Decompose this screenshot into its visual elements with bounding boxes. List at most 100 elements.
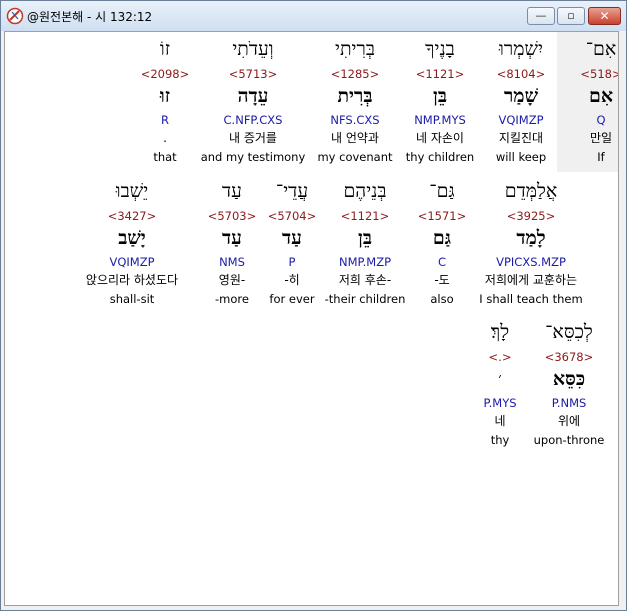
- korean-gloss: 네: [494, 414, 506, 428]
- hebrew-word: וְעֵדֹתִי: [232, 38, 274, 60]
- word-card[interactable]: גַּם־ <1571> גַּם C -도 also: [407, 174, 477, 314]
- maximize-button[interactable]: ▫: [557, 7, 585, 25]
- word-card[interactable]: יִשְׁמְרוּ <8104> שָׁמַר VQIMZP 지킬진대 wil…: [477, 32, 565, 172]
- korean-gloss: 네 자손이: [416, 131, 464, 145]
- hebrew-word: זוֹ: [159, 38, 171, 60]
- hebrew-word: עֲדֵי־: [275, 180, 309, 202]
- lemma-word: יָשַׁב: [118, 227, 146, 249]
- hebrew-word: לָךְ׃: [490, 321, 510, 343]
- app-logo-icon: [6, 7, 24, 25]
- word-card[interactable]: לָךְ׃ <.> ׳ P.MYS 네 thy: [469, 315, 531, 455]
- word-card[interactable]: וְעֵדֹתִי <5713> עֵדָה C.NFP.CXS 내 증거를 a…: [197, 32, 309, 172]
- morph-code: NFS.CXS: [330, 113, 380, 127]
- strong-number[interactable]: <5704>: [259, 209, 325, 223]
- lemma-word: גַּם: [432, 227, 452, 249]
- strong-number[interactable]: <2098>: [125, 67, 205, 81]
- lemma-word: עַד: [282, 227, 302, 249]
- english-gloss: for ever: [269, 292, 315, 306]
- strong-number[interactable]: <1571>: [407, 209, 477, 223]
- korean-gloss: 영원-: [218, 273, 246, 287]
- strong-number[interactable]: <1121>: [396, 67, 484, 81]
- lemma-word: אִם: [588, 85, 614, 107]
- hebrew-word: בְּרִיתִי: [334, 38, 376, 60]
- word-card[interactable]: עֲדֵי־ <5704> עַד P -히 for ever: [259, 174, 325, 314]
- morph-code: Q: [596, 113, 606, 127]
- korean-gloss: 위에: [557, 414, 581, 428]
- korean-gloss: 내 언약과: [331, 131, 379, 145]
- lemma-word: בֵּן: [433, 85, 447, 107]
- lemma-word: בְּרִית: [337, 85, 373, 107]
- english-gloss: my covenant: [317, 150, 393, 164]
- strong-number[interactable]: <3678>: [527, 350, 611, 364]
- minimize-icon: —: [535, 9, 547, 22]
- lemma-word: שָׁמַר: [503, 85, 539, 107]
- korean-gloss: 저희에게 교훈하는: [484, 273, 578, 287]
- strong-number[interactable]: <8104>: [477, 67, 565, 81]
- lemma-word: עֵדָה: [237, 85, 269, 107]
- app-window: @원전본해 - 시 132:12 — ▫ ✕ אִם־ <518> אִם Q …: [0, 0, 627, 611]
- morph-code: VQIMZP: [498, 113, 544, 127]
- hebrew-word: יִשְׁמְרוּ: [499, 38, 543, 60]
- morph-code: C: [437, 255, 447, 269]
- interlinear-pane[interactable]: אִם־ <518> אִם Q 만일 If יִשְׁמְרוּ <8104>…: [4, 31, 619, 606]
- morph-code: VQIMZP: [109, 255, 155, 269]
- title-bar[interactable]: @원전본해 - 시 132:12 — ▫ ✕: [1, 1, 626, 31]
- hebrew-word: גַּם־: [429, 180, 455, 202]
- english-gloss: -their children: [324, 292, 406, 306]
- strong-number[interactable]: <3925>: [471, 209, 591, 223]
- word-card[interactable]: בָנֶיךָ <1121> בֵּן NMP.MYS 네 자손이 thy ch…: [396, 32, 484, 172]
- word-card[interactable]: אִם־ <518> אִם Q 만일 If: [557, 32, 618, 172]
- morph-code: C.NFP.CXS: [223, 113, 283, 127]
- lemma-word: כִּסֵּא: [552, 368, 586, 390]
- english-gloss: If: [597, 150, 605, 164]
- morph-code: R: [161, 113, 169, 127]
- english-gloss: also: [430, 292, 454, 306]
- strong-number[interactable]: <518>: [557, 67, 618, 81]
- word-card[interactable]: בְּרִיתִי <1285> בְּרִית NFS.CXS 내 언약과 m…: [311, 32, 399, 172]
- morph-code: NMP.MZP: [338, 255, 392, 269]
- window-title: @원전본해 - 시 132:12: [27, 10, 153, 24]
- word-card[interactable]: זוֹ <2098> זוּ R . that: [125, 32, 205, 172]
- lemma-word: זוּ: [159, 85, 171, 107]
- korean-gloss: .: [163, 131, 167, 145]
- hebrew-word: לְכִסֵּא־: [545, 321, 593, 343]
- strong-number[interactable]: <1285>: [311, 67, 399, 81]
- korean-gloss: 지킬진대: [498, 131, 544, 145]
- english-gloss: -more: [215, 292, 249, 306]
- word-card[interactable]: אֲלַמְּדֵם <3925> לָמַד VPICXS.MZP 저희에게 …: [471, 174, 591, 314]
- english-gloss: I shall teach them: [479, 292, 583, 306]
- maximize-icon: ▫: [567, 9, 575, 22]
- minimize-button[interactable]: —: [527, 7, 555, 25]
- morph-code: VPICXS.MZP: [496, 255, 566, 269]
- korean-gloss: 만일: [589, 131, 613, 145]
- word-card[interactable]: בְּנֵיהֶם <1121> בֵּן NMP.MZP 저희 후손- -th…: [321, 174, 409, 314]
- hebrew-word: יֵשְׁבוּ: [115, 180, 149, 202]
- english-gloss: upon-throne: [533, 433, 605, 447]
- lemma-word: בֵּן: [358, 227, 372, 249]
- close-icon: ✕: [599, 9, 610, 23]
- strong-number[interactable]: <1121>: [321, 209, 409, 223]
- lemma-word: לָמַד: [516, 227, 546, 249]
- english-gloss: and my testimony: [200, 150, 306, 164]
- close-button[interactable]: ✕: [588, 7, 621, 25]
- word-card[interactable]: לְכִסֵּא־ <3678> כִּסֵּא P.NMS 위에 upon-t…: [527, 315, 611, 455]
- english-gloss: that: [153, 150, 177, 164]
- korean-gloss: -히: [284, 273, 300, 287]
- strong-number[interactable]: <.>: [469, 350, 531, 364]
- morph-code: NMS: [219, 255, 245, 269]
- korean-gloss: 앉으리라 하셨도다: [85, 273, 179, 287]
- word-card[interactable]: יֵשְׁבוּ <3427> יָשַׁב VQIMZP 앉으리라 하셨도다 …: [67, 174, 197, 314]
- morph-code: P.MYS: [483, 396, 517, 410]
- korean-gloss: 저희 후손-: [338, 273, 392, 287]
- english-gloss: thy: [490, 433, 510, 447]
- hebrew-word: בְּנֵיהֶם: [343, 180, 387, 202]
- english-gloss: thy children: [405, 150, 475, 164]
- strong-number[interactable]: <5713>: [197, 67, 309, 81]
- english-gloss: shall-sit: [109, 292, 155, 306]
- morph-code: P.NMS: [551, 396, 587, 410]
- strong-number[interactable]: <5703>: [201, 209, 263, 223]
- hebrew-word: אִם־: [585, 38, 617, 60]
- strong-number[interactable]: <3427>: [67, 209, 197, 223]
- morph-code: NMP.MYS: [414, 113, 466, 127]
- word-card[interactable]: עַד <5703> עַד NMS 영원- -more: [201, 174, 263, 314]
